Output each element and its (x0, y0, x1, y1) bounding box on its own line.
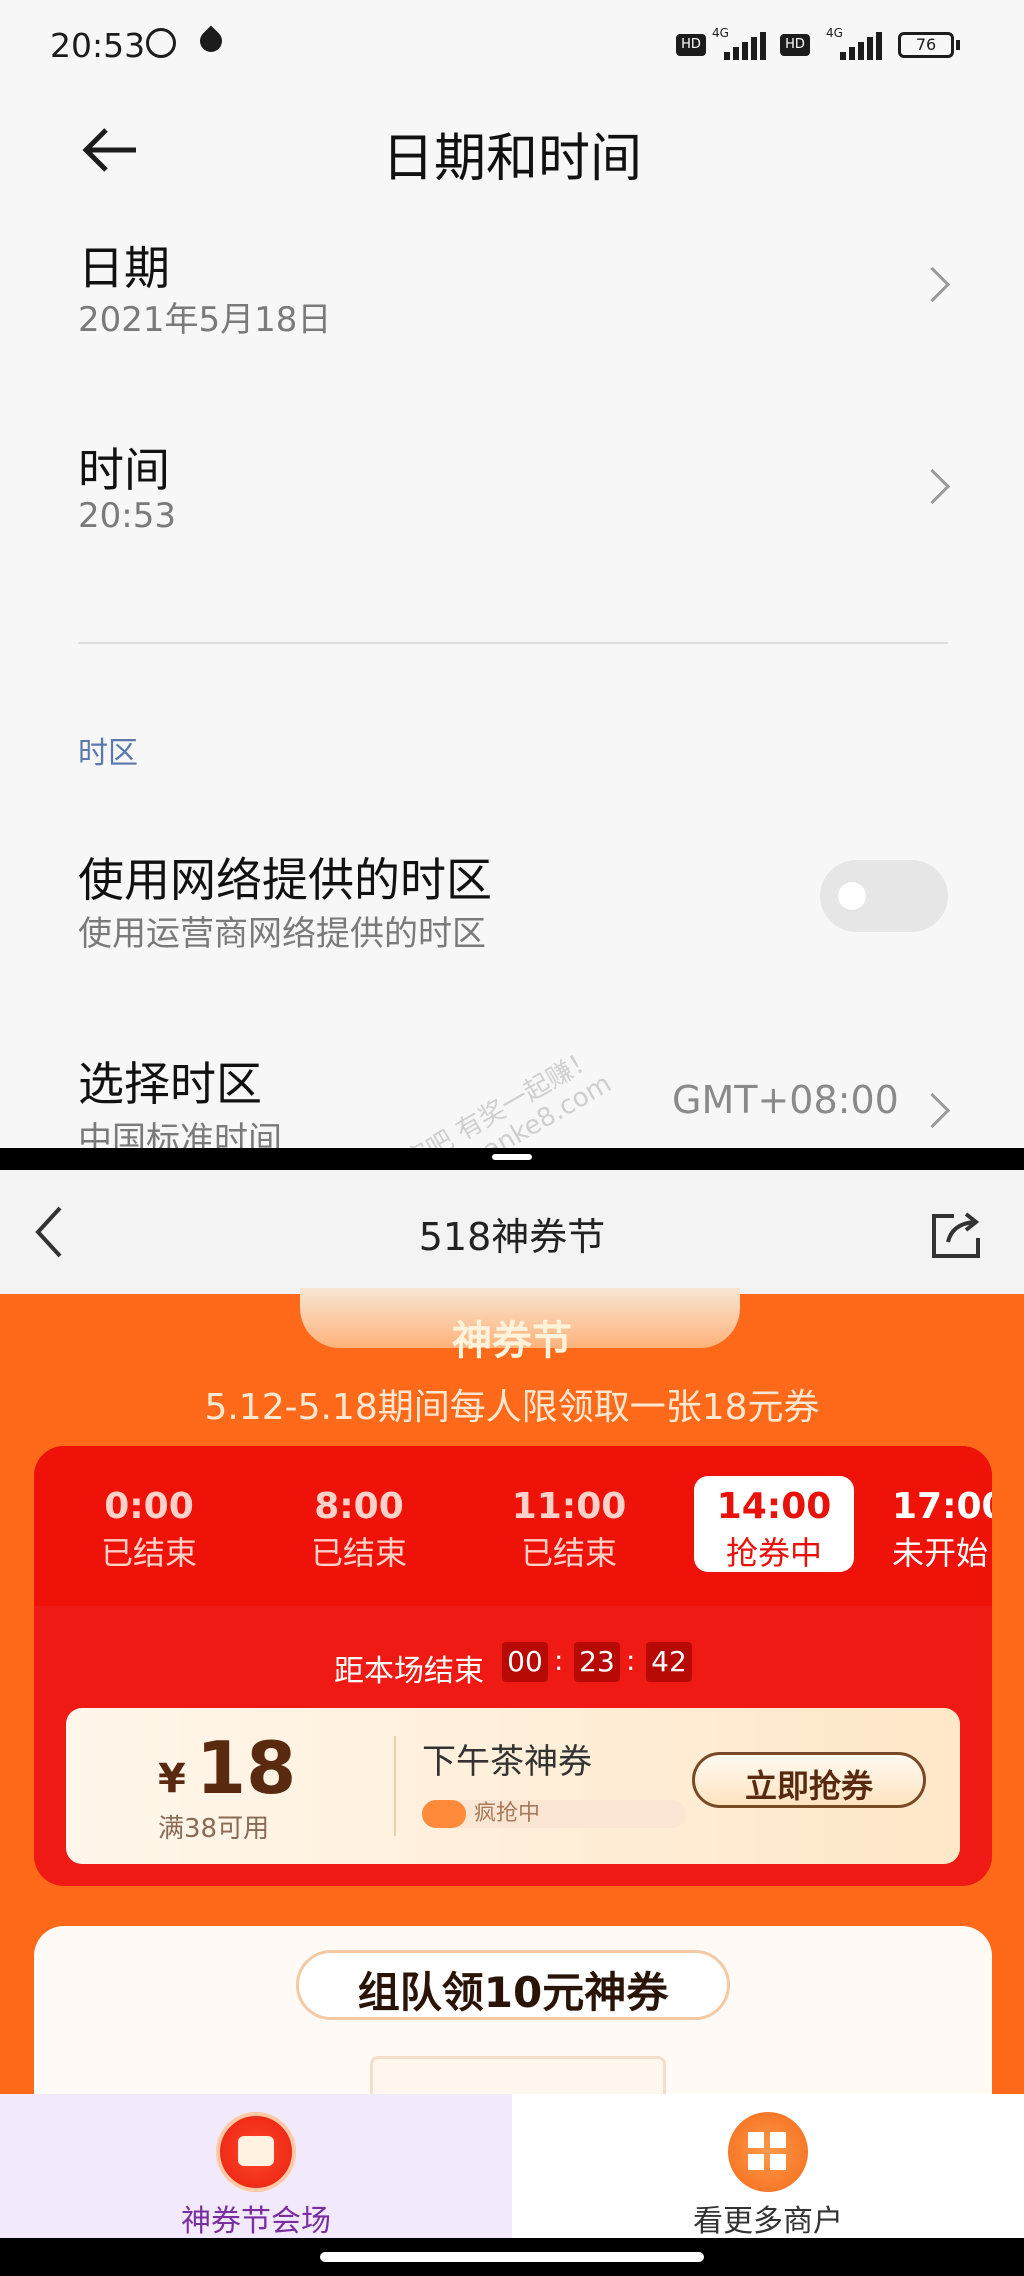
slot-1[interactable]: 8:00 已结束 (274, 1478, 444, 1572)
split-divider[interactable] (0, 1148, 1024, 1170)
team-title: 组队领10元神券 (357, 1968, 669, 2017)
team-title-pill: 组队领10元神券 (296, 1950, 730, 2020)
slot-status: 已结束 (310, 1534, 407, 1572)
battery-level: 76 (915, 35, 937, 54)
grab-progress-fill (422, 1800, 466, 1828)
countdown-minutes: 23 (574, 1642, 620, 1682)
split-handle[interactable] (492, 1154, 532, 1160)
status-time: 20:53 (50, 26, 146, 65)
alarm-icon (146, 28, 176, 58)
select-tz-value: GMT+08:00 (672, 1078, 899, 1122)
slot-strip: 0:00 已结束 8:00 已结束 11:00 已结束 14:00 抢券中 17… (34, 1446, 992, 1606)
slot-status: 已结束 (100, 1534, 197, 1572)
grab-coupon-button-label: 立即抢券 (744, 1767, 873, 1805)
countdown-seconds: 42 (646, 1642, 692, 1682)
coupon-condition: 满38可用 (158, 1814, 270, 1844)
select-tz-label: 选择时区 (78, 1057, 262, 1111)
coupon-icon (216, 2112, 296, 2192)
grid-cell (770, 2132, 786, 2148)
countdown-label: 距本场结束 (334, 1654, 484, 1689)
network-timezone-row[interactable]: 使用网络提供的时区 使用运营商网络提供的时区 (0, 840, 1024, 970)
slot-time: 14:00 (716, 1486, 832, 1527)
signal-icon-1 (724, 30, 768, 60)
battery-tip (956, 40, 960, 50)
network-tz-label: 使用网络提供的时区 (78, 853, 492, 907)
date-row[interactable]: 日期 2021年5月18日 (0, 220, 1024, 350)
divider-line (78, 642, 948, 644)
battery-icon: 76 (898, 32, 954, 58)
date-label: 日期 (78, 241, 170, 295)
settings-screen: 20:53 HD 4G HD 4G 76 日期和时间 日期 2021年5月18日… (0, 0, 1024, 1148)
grid-cell (748, 2154, 764, 2170)
banner-subtitle: 5.12-5.18期间每人限领取一张18元券 (204, 1387, 820, 1428)
web-navbar: 518神券节 (0, 1170, 1024, 1294)
slot-time: 0:00 (104, 1486, 194, 1527)
home-indicator[interactable] (320, 2252, 704, 2262)
coupon-currency: ¥ (158, 1756, 186, 1802)
coupon-name: 下午茶神券 (422, 1742, 592, 1782)
countdown-hours: 00 (502, 1642, 548, 1682)
hd-badge: HD (676, 34, 706, 56)
slot-status: 已结束 (520, 1534, 617, 1572)
signal-icon-2 (830, 30, 886, 60)
network-tz-toggle[interactable] (820, 860, 948, 932)
grab-progress: 疯抢中 (422, 1800, 686, 1828)
hd-badge-2: HD (780, 34, 810, 56)
slot-time: 8:00 (314, 1486, 404, 1527)
slot-status: 未开始 (892, 1534, 989, 1572)
slot-time: 11:00 (511, 1486, 627, 1527)
network-tz-sub: 使用运营商网络提供的时区 (78, 914, 486, 954)
grid-icon (728, 2112, 808, 2192)
grab-coupon-button[interactable]: 立即抢券 (692, 1752, 926, 1808)
slot-4[interactable]: 17:00 未开始 (892, 1478, 992, 1572)
chevron-right-icon (914, 1092, 951, 1129)
timezone-section-header: 时区 (78, 736, 138, 771)
coupon-separator (394, 1736, 396, 1836)
grid-cell (770, 2154, 786, 2170)
tab-bar: 神券节会场 看更多商户 (0, 2094, 1024, 2239)
time-label: 时间 (78, 443, 170, 497)
slot-time: 17:00 (892, 1486, 992, 1527)
coupon-amount: 18 (196, 1726, 297, 1810)
slot-3-active[interactable]: 14:00 抢券中 (694, 1476, 854, 1572)
select-tz-sub: 中国标准时间 (78, 1120, 282, 1148)
countdown-colon: : (554, 1644, 564, 1677)
page-title: 日期和时间 (381, 129, 642, 189)
system-nav-bar (0, 2238, 1024, 2276)
grab-progress-label: 疯抢中 (474, 1801, 541, 1826)
toggle-knob (838, 882, 866, 910)
share-icon (932, 1212, 980, 1258)
slot-2[interactable]: 11:00 已结束 (484, 1478, 654, 1572)
grid-cell (748, 2132, 764, 2148)
drop-icon (195, 25, 227, 57)
share-button[interactable] (928, 1206, 988, 1262)
coupon-panel: 0:00 已结束 8:00 已结束 11:00 已结束 14:00 抢券中 17… (34, 1446, 992, 1886)
web-screen: 518神券节 神券节 5.12-5.18期间每人限领取一张18元券 0:00 已… (0, 1170, 1024, 2276)
tab-more-merchants[interactable]: 看更多商户 (512, 2094, 1024, 2239)
countdown: 距本场结束 00 : 23 : 42 (334, 1642, 734, 1689)
slot-0[interactable]: 0:00 已结束 (64, 1478, 234, 1572)
web-title: 518神券节 (418, 1215, 606, 1259)
tab-coupon-venue[interactable]: 神券节会场 (0, 2094, 512, 2239)
tab-more-merchants-label: 看更多商户 (693, 2204, 843, 2239)
banner-title: 神券节 (452, 1318, 572, 1364)
time-value: 20:53 (78, 496, 176, 536)
chevron-right-icon (914, 266, 951, 303)
coupon-card: ¥ 18 满38可用 下午茶神券 疯抢中 立即抢券 (66, 1708, 960, 1864)
coupon-icon-glyph (238, 2136, 274, 2166)
date-value: 2021年5月18日 (78, 300, 332, 340)
tab-coupon-venue-label: 神券节会场 (181, 2204, 331, 2239)
countdown-colon: : (626, 1644, 636, 1677)
time-row[interactable]: 时间 20:53 (0, 424, 1024, 554)
slot-status: 抢券中 (725, 1534, 822, 1572)
chevron-right-icon (914, 468, 951, 505)
